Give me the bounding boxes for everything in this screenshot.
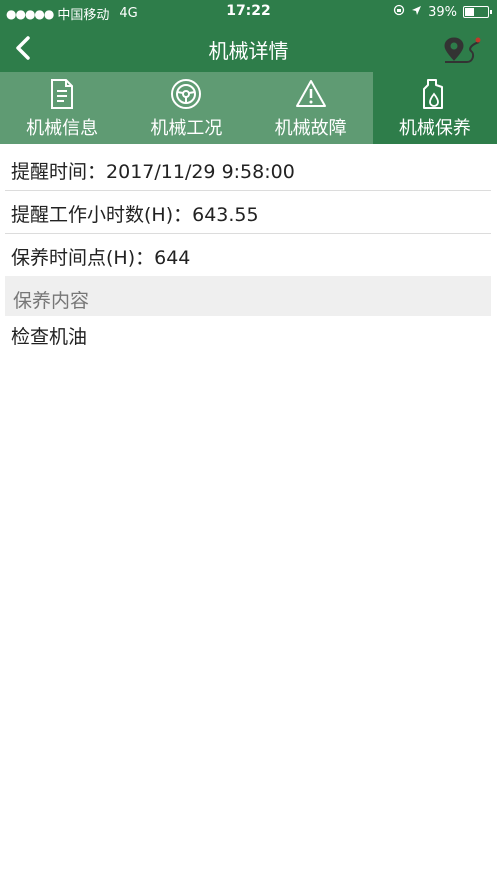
maintenance-point-row: 保养时间点(H)：644 [5, 234, 491, 276]
battery-percent: 39% [428, 4, 457, 20]
page-title: 机械详情 [208, 39, 289, 63]
battery-icon [463, 6, 492, 18]
section-title: 保养内容 [13, 290, 90, 312]
maintenance-point-value: 644 [154, 247, 191, 269]
tab-label: 机械故障 [274, 118, 347, 139]
maintenance-details: 提醒时间：2017/11/29 9:58:00 提醒工作小时数(H)：643.5… [0, 148, 497, 352]
reminder-time-label: 提醒时间： [11, 161, 107, 183]
tab-machine-condition[interactable]: 机械工况 [124, 72, 248, 144]
reminder-hours-label: 提醒工作小时数(H)： [11, 204, 193, 226]
maintenance-content-header: 保养内容 [5, 276, 491, 316]
reminder-hours-value: 643.55 [192, 204, 259, 226]
maintenance-point-label: 保养时间点(H)： [11, 247, 155, 269]
reminder-hours-row: 提醒工作小时数(H)：643.55 [5, 191, 491, 234]
reminder-time-row: 提醒时间：2017/11/29 9:58:00 [5, 148, 491, 191]
map-pin-route-icon [444, 37, 481, 63]
tab-machine-info[interactable]: 机械信息 [0, 72, 124, 144]
tab-label: 机械工况 [150, 118, 223, 139]
steering-wheel-icon [171, 79, 202, 109]
status-bar: ●●●●● 中国移动 4G 17:22 39% [0, 0, 497, 24]
reminder-time-value: 2017/11/29 9:58:00 [106, 161, 295, 183]
orientation-lock-icon [393, 4, 405, 20]
navigation-bar: 机械详情 [0, 24, 497, 72]
map-location-button[interactable] [441, 34, 483, 64]
maintenance-item-text: 检查机油 [11, 326, 88, 348]
warning-icon [295, 80, 326, 107]
tab-bar: 机械信息 机械工况 机械故障 机械保养 [0, 72, 497, 144]
document-icon [51, 79, 74, 109]
tab-machine-fault[interactable]: 机械故障 [249, 72, 373, 144]
tab-label: 机械信息 [26, 118, 99, 139]
location-arrow-icon [411, 5, 422, 20]
oil-bottle-icon [422, 79, 443, 109]
tab-machine-maintenance[interactable]: 机械保养 [372, 72, 497, 144]
maintenance-item: 检查机油 [5, 316, 491, 352]
status-right: 39% [393, 4, 492, 20]
tab-label: 机械保养 [398, 118, 471, 139]
